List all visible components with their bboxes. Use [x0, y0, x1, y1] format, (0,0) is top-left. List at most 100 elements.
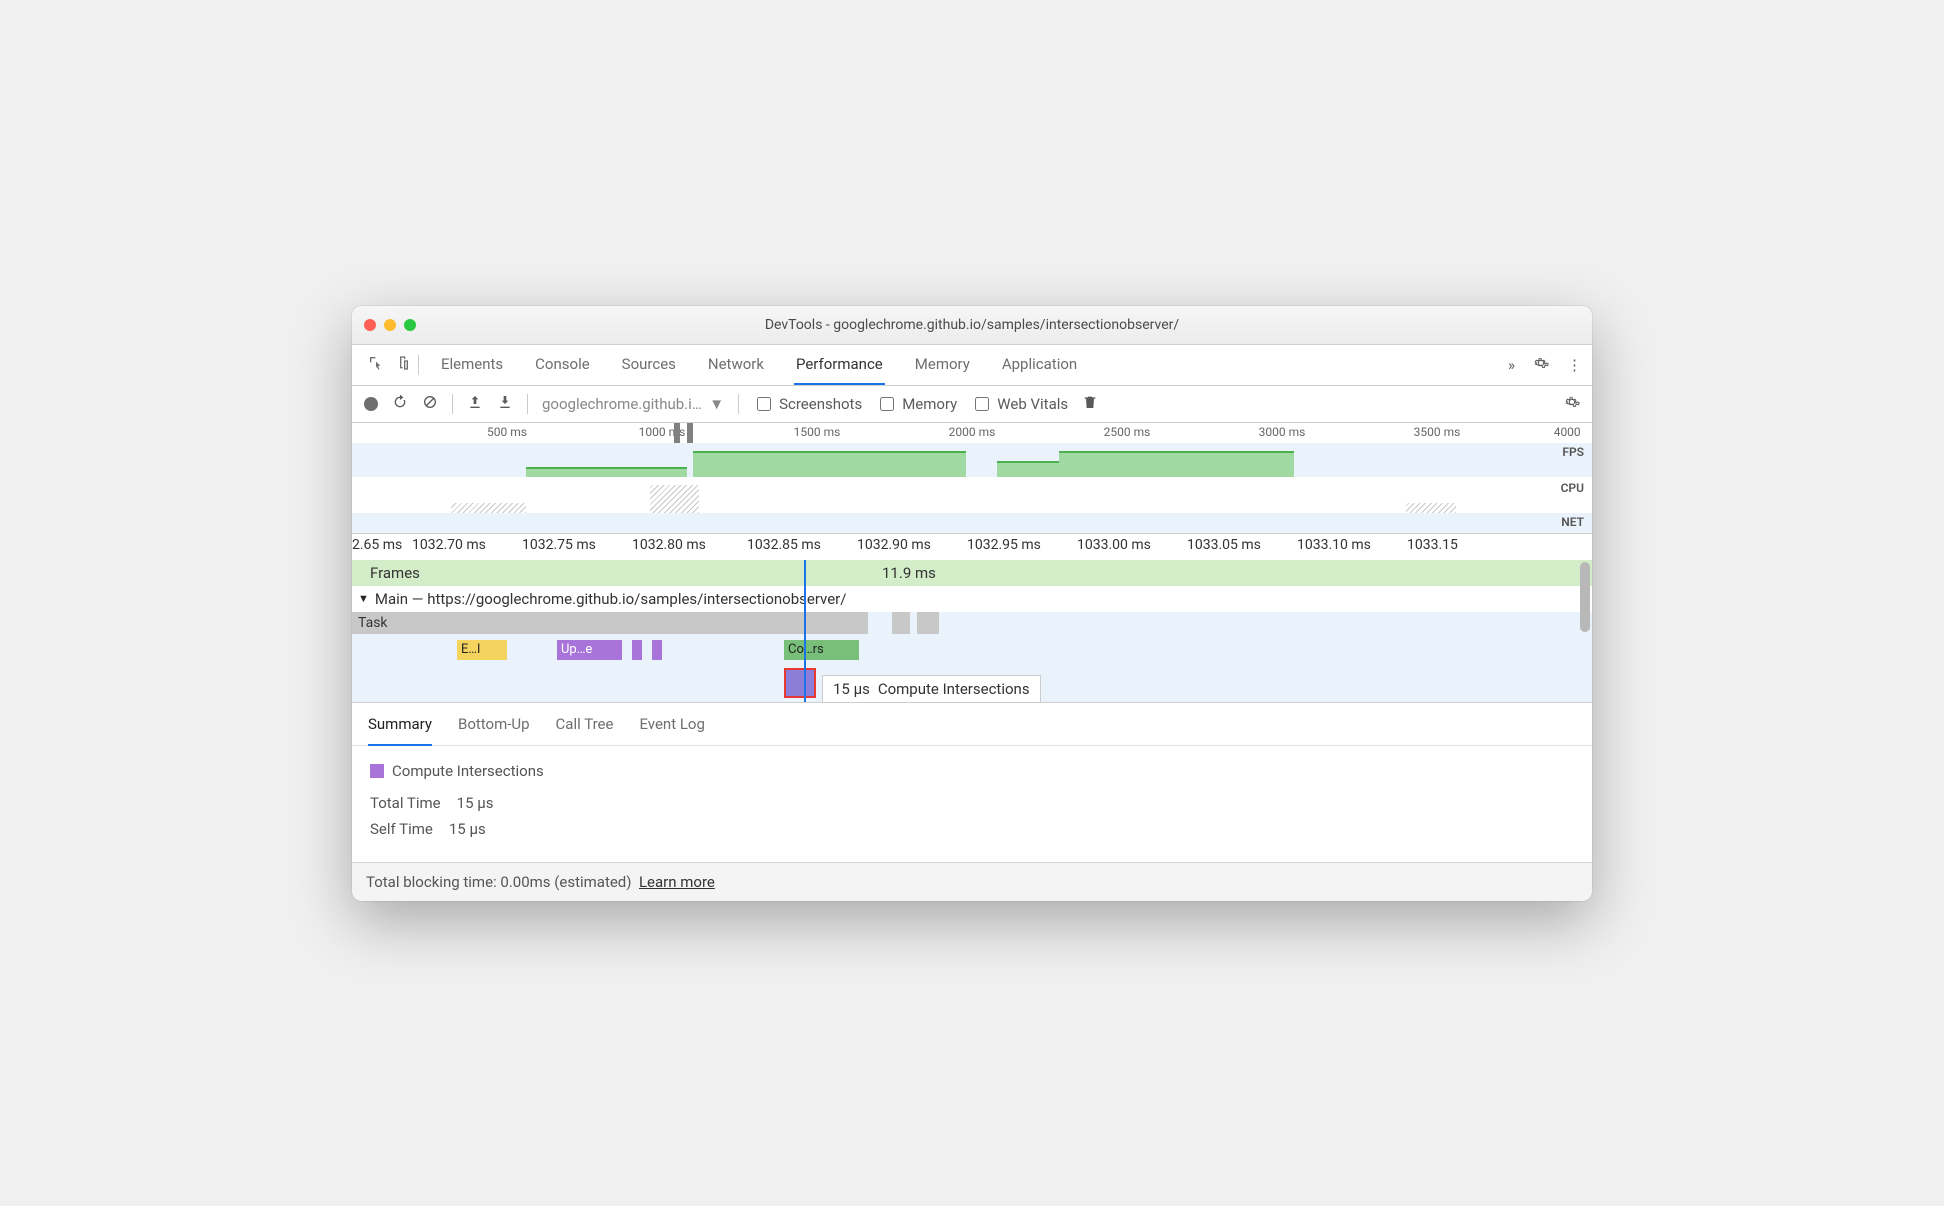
det-tick: 1032.90 ms	[857, 537, 931, 553]
fps-bar	[1059, 451, 1295, 477]
traffic-lights	[364, 319, 416, 331]
learn-more-link[interactable]: Learn more	[639, 873, 715, 891]
det-tick: 1032.85 ms	[747, 537, 821, 553]
tab-console[interactable]: Console	[533, 345, 592, 384]
fps-bar	[526, 467, 687, 477]
overview-tracks: FPS CPU NET	[352, 443, 1592, 533]
task-block[interactable]: Task	[352, 612, 868, 634]
flame-block[interactable]	[632, 640, 642, 660]
net-label: NET	[1561, 515, 1584, 529]
det-tick: 1033.00 ms	[1077, 537, 1151, 553]
tab-network[interactable]: Network	[706, 345, 766, 384]
tab-calltree[interactable]: Call Tree	[556, 711, 614, 737]
cpu-activity	[650, 485, 700, 513]
range-handle-left[interactable]	[674, 423, 680, 443]
inspect-icon[interactable]	[362, 355, 390, 375]
tooltip-time: 15 µs	[833, 680, 870, 698]
reload-icon[interactable]	[392, 394, 408, 414]
frames-label: Frames	[370, 564, 420, 582]
flame-block[interactable]: Co…rs	[784, 640, 859, 660]
download-icon[interactable]	[497, 394, 513, 414]
tab-sources[interactable]: Sources	[620, 345, 678, 384]
task-block[interactable]	[892, 612, 910, 634]
main-tabs: Elements Console Sources Network Perform…	[439, 345, 1508, 384]
ov-tick: 500 ms	[487, 425, 527, 439]
capture-settings-icon[interactable]	[1564, 394, 1580, 414]
webvitals-checkbox[interactable]: Web Vitals	[971, 394, 1068, 414]
screenshots-checkbox[interactable]: Screenshots	[753, 394, 862, 414]
minimize-icon[interactable]	[384, 319, 396, 331]
divider	[527, 394, 528, 414]
ov-tick: 2000 ms	[949, 425, 996, 439]
flame-block[interactable]	[652, 640, 662, 660]
det-tick: 1032.95 ms	[967, 537, 1041, 553]
selection-box	[784, 668, 816, 698]
scrollbar[interactable]	[1580, 562, 1590, 632]
close-icon[interactable]	[364, 319, 376, 331]
main-thread-header[interactable]: ▼ Main — https://googlechrome.github.io/…	[352, 586, 1592, 612]
frames-value: 11.9 ms	[882, 564, 936, 582]
device-icon[interactable]	[390, 355, 418, 375]
more-tabs-icon[interactable]: »	[1508, 356, 1515, 374]
divider	[738, 394, 739, 414]
footer: Total blocking time: 0.00ms (estimated) …	[352, 862, 1592, 901]
cpu-label: CPU	[1561, 481, 1584, 495]
tab-eventlog[interactable]: Event Log	[639, 711, 704, 737]
maximize-icon[interactable]	[404, 319, 416, 331]
details-tabs: Summary Bottom-Up Call Tree Event Log	[352, 702, 1592, 746]
divider	[418, 355, 419, 375]
cpu-activity	[1406, 503, 1456, 513]
ov-tick: 3000 ms	[1259, 425, 1306, 439]
profile-dropdown[interactable]: googlechrome.github.i… ▼	[542, 395, 724, 413]
panel-tabbar: Elements Console Sources Network Perform…	[352, 345, 1592, 386]
range-handle-right[interactable]	[687, 423, 693, 443]
net-track	[352, 513, 1592, 533]
flame-block[interactable]: E…l	[457, 640, 507, 660]
divider	[452, 394, 453, 414]
frames-track[interactable]: Frames 11.9 ms	[352, 560, 1592, 586]
color-swatch	[370, 764, 384, 778]
cpu-activity	[451, 503, 525, 513]
tab-application[interactable]: Application	[1000, 345, 1079, 384]
tab-performance[interactable]: Performance	[794, 345, 885, 385]
det-tick: 1032.75 ms	[522, 537, 596, 553]
summary-title: Compute Intersections	[370, 762, 1574, 780]
tooltip: 15 µs Compute Intersections	[822, 675, 1041, 703]
upload-icon[interactable]	[467, 394, 483, 414]
tab-bottomup[interactable]: Bottom-Up	[458, 711, 530, 737]
flame-block[interactable]: Up…e	[557, 640, 622, 660]
kebab-icon[interactable]: ⋮	[1567, 356, 1582, 374]
memory-checkbox[interactable]: Memory	[876, 394, 957, 414]
self-time-row: Self Time 15 µs	[370, 820, 1574, 838]
titlebar: DevTools - googlechrome.github.io/sample…	[352, 306, 1592, 345]
settings-icon[interactable]	[1533, 355, 1549, 375]
det-tick: 1033.15	[1407, 537, 1458, 553]
overview-pane[interactable]: 500 ms 1000 ms 1500 ms 2000 ms 2500 ms 3…	[352, 423, 1592, 534]
fps-bar	[997, 461, 1059, 477]
playhead[interactable]	[804, 560, 806, 702]
tab-elements[interactable]: Elements	[439, 345, 505, 384]
fps-bar	[693, 451, 966, 477]
trash-icon[interactable]	[1082, 394, 1098, 414]
tooltip-name: Compute Intersections	[878, 680, 1030, 698]
window-title: DevTools - googlechrome.github.io/sample…	[352, 317, 1592, 333]
flamechart[interactable]: Task E…l Up…e Co…rs 15 µs Compute Inters…	[352, 612, 1592, 702]
ov-tick: 3500 ms	[1414, 425, 1461, 439]
clear-icon[interactable]	[422, 394, 438, 414]
tab-memory[interactable]: Memory	[913, 345, 972, 384]
overview-ruler: 500 ms 1000 ms 1500 ms 2000 ms 2500 ms 3…	[352, 423, 1592, 443]
summary-pane: Compute Intersections Total Time 15 µs S…	[352, 746, 1592, 862]
tab-summary[interactable]: Summary	[368, 711, 432, 746]
detail-ruler: 2.65 ms 1032.70 ms 1032.75 ms 1032.80 ms…	[352, 534, 1592, 560]
det-tick: 1032.80 ms	[632, 537, 706, 553]
chevron-down-icon[interactable]: ▼	[358, 592, 369, 605]
devtools-window: DevTools - googlechrome.github.io/sample…	[352, 306, 1592, 901]
flamechart-pane[interactable]: 2.65 ms 1032.70 ms 1032.75 ms 1032.80 ms…	[352, 534, 1592, 702]
record-button[interactable]	[364, 397, 378, 411]
fps-track	[352, 443, 1592, 477]
ov-tick: 2500 ms	[1104, 425, 1151, 439]
total-time-row: Total Time 15 µs	[370, 794, 1574, 812]
main-label: Main — https://googlechrome.github.io/sa…	[375, 590, 847, 608]
fps-label: FPS	[1562, 445, 1584, 459]
task-block[interactable]	[917, 612, 939, 634]
